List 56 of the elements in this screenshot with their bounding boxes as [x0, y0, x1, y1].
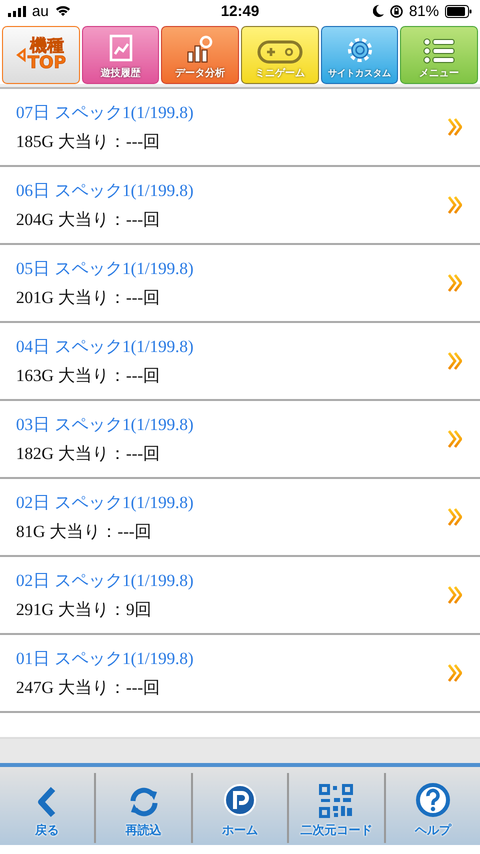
help-icon	[414, 782, 451, 818]
double-chevron-icon	[448, 508, 462, 526]
row-title: 04日 スペック1(1/199.8)	[16, 336, 195, 358]
wifi-icon	[54, 5, 71, 17]
moon-icon	[372, 5, 384, 17]
row-detail: 81G 大当り：---回	[16, 521, 153, 543]
signal-icon	[8, 6, 26, 16]
history-row[interactable]: 02日 スペック1(1/199.8) 291G 大当り：9回	[0, 557, 480, 635]
nav-tab[interactable]: 遊技履歴	[82, 26, 160, 84]
history-row[interactable]: 07日 スペック1(1/199.8) 185G 大当り：---回	[0, 89, 480, 167]
row-detail: 204G 大当り：---回	[16, 209, 162, 231]
double-chevron-icon	[448, 586, 462, 604]
double-chevron-icon	[448, 274, 462, 292]
double-chevron-icon	[448, 196, 462, 214]
history-row[interactable]: 03日 スペック1(1/199.8) 182G 大当り：---回	[0, 401, 480, 479]
caret-left-icon	[16, 48, 26, 62]
rotation-lock-icon	[390, 4, 403, 18]
toolbar-button[interactable]: ヘルプ	[386, 773, 480, 843]
battery-icon	[445, 4, 472, 18]
row-detail: 182G 大当り：---回	[16, 443, 162, 465]
nav-tab[interactable]: データ分析	[161, 26, 240, 84]
toolbar-button[interactable]: 再読込	[96, 773, 191, 843]
qr-code-icon	[319, 784, 354, 818]
history-row[interactable]: 05日 スペック1(1/199.8) 201G 大当り：---回	[0, 245, 480, 323]
row-detail: 185G 大当り：---回	[16, 131, 162, 153]
clock-time: 12:49	[220, 2, 260, 20]
row-detail: 247G 大当り：---回	[16, 677, 162, 699]
toolbar-button[interactable]: ホーム	[192, 773, 288, 843]
row-title: 05日 スペック1(1/199.8)	[16, 258, 195, 280]
nav-tab[interactable]: メニュー	[400, 26, 478, 84]
history-row[interactable]: 04日 スペック1(1/199.8) 163G 大当り：---回	[0, 323, 480, 401]
row-title: 02日 スペック1(1/199.8)	[16, 570, 195, 592]
row-title: 07日 スペック1(1/199.8)	[16, 102, 195, 124]
p-circle-icon	[223, 784, 258, 818]
row-detail: 163G 大当り：---回	[16, 365, 162, 387]
history-row[interactable]: 06日 スペック1(1/199.8) 204G 大当り：---回	[0, 167, 480, 245]
double-chevron-icon	[448, 664, 462, 682]
gamepad-icon	[256, 40, 303, 64]
history-row[interactable]: 01日 スペック1(1/199.8) 247G 大当り：---回	[0, 635, 480, 713]
carrier-name: au	[32, 2, 49, 20]
double-chevron-icon	[448, 118, 462, 136]
toolbar-button[interactable]: 二次元コード	[289, 773, 384, 843]
back-tab[interactable]: 機種 TOP	[2, 26, 80, 84]
row-detail: 291G 大当り：9回	[16, 599, 153, 621]
toolbar-button[interactable]: 戻る	[0, 773, 94, 843]
row-title: 03日 スペック1(1/199.8)	[16, 414, 195, 436]
list-icon	[423, 38, 456, 64]
row-title: 01日 スペック1(1/199.8)	[16, 648, 195, 670]
history-row[interactable]: 02日 スペック1(1/199.8) 81G 大当り：---回	[0, 479, 480, 557]
row-title: 02日 スペック1(1/199.8)	[16, 492, 195, 514]
battery-percentage: 81%	[408, 2, 439, 20]
double-chevron-icon	[448, 430, 462, 448]
row-detail: 201G 大当り：---回	[16, 287, 162, 309]
row-title: 06日 スペック1(1/199.8)	[16, 180, 195, 202]
nav-tab[interactable]: サイトカスタム	[320, 26, 398, 84]
double-chevron-icon	[448, 352, 462, 370]
